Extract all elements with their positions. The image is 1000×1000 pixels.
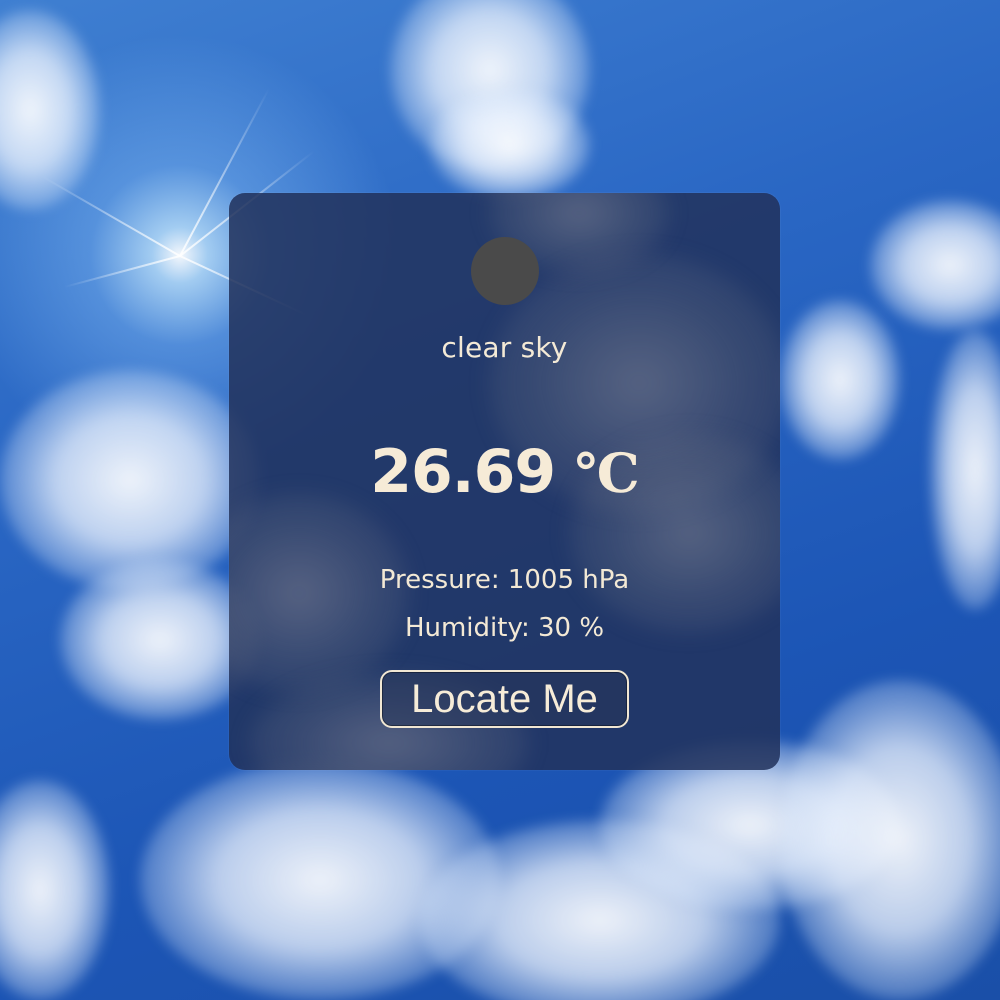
- cloud: [780, 680, 1000, 1000]
- cloud: [870, 200, 1000, 330]
- temperature-value: 26.69: [370, 437, 556, 507]
- pressure-readout: Pressure: 1005 hPa: [379, 565, 630, 595]
- sun-ray: [63, 255, 181, 289]
- cloud: [930, 330, 1000, 610]
- locate-me-button[interactable]: Locate Me: [380, 670, 629, 728]
- cloud: [430, 90, 590, 200]
- cloud: [0, 10, 100, 210]
- humidity-readout: Humidity: 30 %: [404, 613, 605, 643]
- weather-condition-icon: [471, 237, 539, 305]
- weather-card-content: clear sky 26.69 ℃ Pressure: 1005 hPa Hum…: [229, 193, 780, 770]
- cloud: [0, 780, 110, 1000]
- weather-card: clear sky 26.69 ℃ Pressure: 1005 hPa Hum…: [229, 193, 780, 770]
- cloud: [780, 300, 900, 460]
- temperature-unit: ℃: [574, 441, 640, 505]
- temperature-readout: 26.69 ℃: [229, 437, 780, 507]
- weather-description: clear sky: [441, 331, 568, 364]
- cloud: [0, 370, 260, 590]
